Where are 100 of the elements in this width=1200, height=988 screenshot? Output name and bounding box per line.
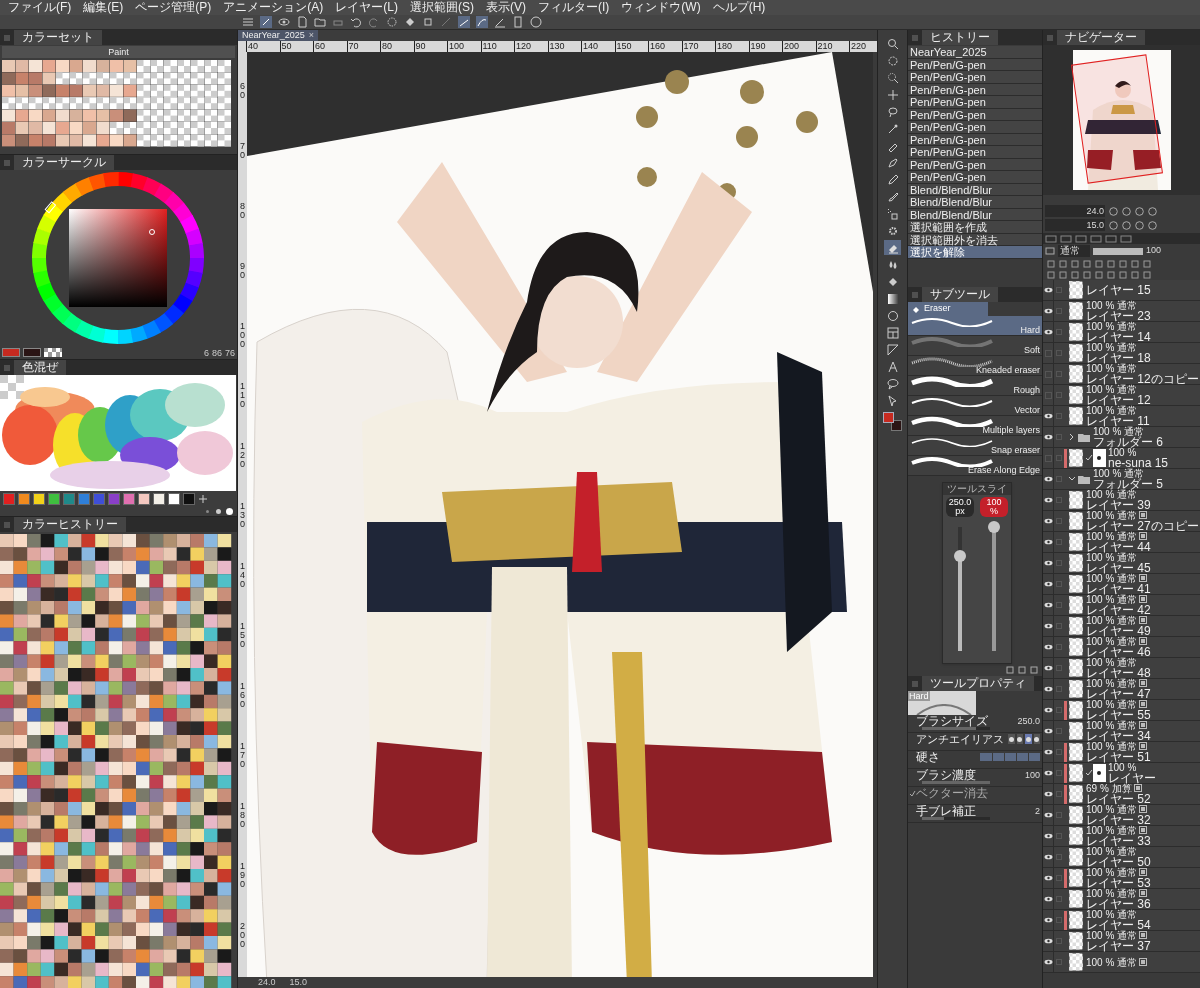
scrollbar[interactable] — [873, 52, 877, 977]
eye-icon[interactable] — [1043, 728, 1053, 734]
eye-icon[interactable] — [1043, 581, 1053, 587]
help-icon[interactable] — [530, 16, 542, 28]
eye-icon[interactable] — [1043, 518, 1053, 524]
layer-name[interactable]: レイヤー 41 — [1086, 582, 1151, 595]
layer-name[interactable]: レイヤー 14 — [1086, 330, 1151, 343]
panel-tab[interactable]: ナビゲーター — [1057, 30, 1145, 45]
panel-tab[interactable]: カラーヒストリー — [14, 517, 126, 532]
layer-name[interactable]: レイヤー 23 — [1086, 309, 1151, 322]
color-swatch[interactable] — [48, 493, 60, 505]
sub-color-swatch[interactable] — [890, 420, 902, 431]
layer-name[interactable]: レイヤー 32 — [1086, 813, 1151, 826]
history-item[interactable]: Pen/Pen/G-pen — [908, 121, 1042, 134]
color-mixing-drawing[interactable] — [0, 375, 236, 491]
color-picker-marker[interactable] — [149, 229, 155, 235]
main-color-swatch[interactable] — [882, 412, 894, 423]
eye-icon[interactable] — [1043, 917, 1053, 923]
slider-thumb[interactable] — [988, 521, 1000, 533]
eye-icon[interactable] — [1043, 875, 1053, 881]
eye-icon[interactable] — [1043, 476, 1053, 482]
color-swatch[interactable] — [18, 493, 30, 505]
color-set-swatches[interactable] — [2, 60, 234, 147]
property-slider[interactable] — [922, 817, 990, 820]
menu-item[interactable]: ヘルプ(H) — [712, 0, 766, 15]
eye-icon[interactable] — [1043, 812, 1053, 818]
panel-tab[interactable]: 色混ぜ — [14, 360, 66, 375]
layer-name[interactable]: レイヤー 12のコピー — [1086, 372, 1199, 385]
history-item[interactable]: Pen/Pen/G-pen — [908, 146, 1042, 159]
layer-name[interactable]: レイヤー 50 — [1086, 855, 1151, 868]
layer-name[interactable]: レイヤー 48 — [1086, 666, 1151, 679]
panel-tab[interactable]: カラーサークル — [14, 155, 114, 170]
panel-tab-icon[interactable] — [1045, 234, 1057, 243]
eye-icon[interactable] — [1043, 560, 1053, 566]
snap-icon[interactable] — [476, 16, 488, 28]
eye-icon[interactable] — [1043, 749, 1053, 755]
airbrush-icon[interactable] — [886, 207, 899, 220]
check-icon[interactable] — [909, 790, 916, 797]
folder-icon[interactable] — [314, 16, 326, 28]
eye-icon[interactable] — [1043, 833, 1053, 839]
transparent-swatch[interactable] — [44, 348, 62, 357]
main-color-swatch[interactable] — [2, 348, 20, 357]
layer-name[interactable]: フォルダー 5 — [1093, 477, 1163, 490]
text-icon[interactable] — [886, 360, 899, 373]
menu-item[interactable]: フィルター(I) — [538, 0, 610, 15]
color-swatch[interactable] — [108, 493, 120, 505]
history-item[interactable]: 選択範囲を作成 — [908, 221, 1042, 234]
sub-color-swatch[interactable] — [23, 348, 41, 357]
sub-tool-group-tab[interactable]: Eraser — [908, 302, 988, 316]
eye-icon[interactable] — [1043, 308, 1053, 314]
layer-color-icon[interactable] — [1045, 247, 1055, 255]
select-icon[interactable] — [886, 71, 899, 84]
redo-icon[interactable] — [368, 16, 380, 28]
eye-icon[interactable] — [1043, 287, 1053, 293]
sub-tool-item[interactable]: Multiple layers — [908, 416, 1042, 436]
sub-tool-item[interactable]: Hard — [908, 316, 1042, 336]
pen-icon[interactable] — [494, 16, 506, 28]
zoom-value[interactable]: 24.0 — [258, 977, 276, 988]
close-button[interactable]: × — [308, 30, 314, 41]
selection-icon[interactable] — [386, 16, 398, 28]
antialias-option[interactable] — [1033, 734, 1040, 744]
panel-tab[interactable]: ツールプロパティ — [922, 676, 1034, 691]
eye-icon[interactable] — [1043, 623, 1053, 629]
antialias-option[interactable] — [1008, 734, 1015, 744]
layer-name[interactable]: フォルダー 6 — [1093, 435, 1163, 448]
history-item[interactable]: Pen/Pen/G-pen — [908, 96, 1042, 109]
snap-icon[interactable] — [458, 16, 470, 28]
visibility-toggle[interactable] — [1044, 454, 1052, 462]
new-file-icon[interactable] — [296, 16, 308, 28]
layer-name[interactable]: レイヤー 52 — [1086, 792, 1151, 805]
eye-icon[interactable] — [1043, 497, 1053, 503]
trash-icon[interactable] — [1030, 666, 1038, 674]
eye-icon[interactable] — [278, 16, 290, 28]
layer-name[interactable]: レイヤー 36 — [1086, 897, 1151, 910]
color-swatch[interactable] — [138, 493, 150, 505]
property-slider[interactable] — [922, 727, 990, 730]
layer-name[interactable]: レイヤー 33 — [1086, 834, 1151, 847]
blend-mode-dropdown[interactable]: 通常 — [1058, 245, 1090, 257]
property-value[interactable]: 2 — [1035, 805, 1040, 817]
visibility-toggle[interactable] — [1044, 370, 1052, 378]
visibility-toggle[interactable] — [1044, 391, 1052, 399]
pencil-icon[interactable] — [886, 173, 899, 186]
saturation-square[interactable] — [69, 209, 167, 307]
layer-name[interactable]: レイヤー 39 — [1086, 498, 1151, 511]
history-item[interactable]: Blend/Blend/Blur — [908, 196, 1042, 209]
color-swatch[interactable] — [63, 493, 75, 505]
menu-item[interactable]: ページ管理(P) — [135, 0, 212, 15]
eye-icon[interactable] — [1043, 770, 1053, 776]
layer-name[interactable]: レイヤー 51 — [1086, 750, 1151, 763]
expand-icon[interactable] — [1069, 476, 1075, 482]
lasso-icon[interactable] — [886, 105, 899, 118]
eye-icon[interactable] — [1043, 602, 1053, 608]
layer-name[interactable]: レイヤー 53 — [1086, 876, 1151, 889]
panel-tab-icon[interactable] — [1075, 234, 1087, 243]
brush-icon[interactable] — [260, 16, 272, 28]
hue-ring[interactable] — [32, 172, 204, 344]
tablet-icon[interactable] — [512, 16, 524, 28]
layer-name[interactable]: レイヤー 45 — [1086, 561, 1151, 574]
menu-item[interactable]: 表示(V) — [486, 0, 526, 15]
eye-icon[interactable] — [1043, 329, 1053, 335]
